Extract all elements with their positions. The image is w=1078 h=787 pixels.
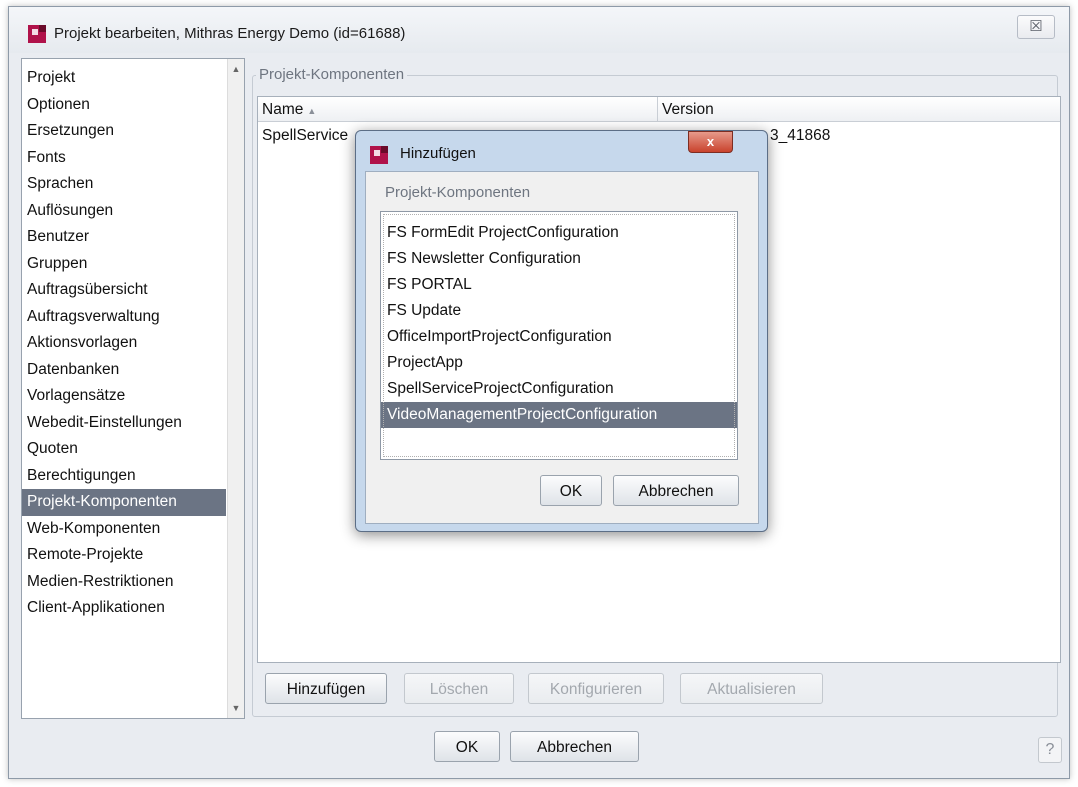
nav-scrollbar[interactable]: ▲ ▼ bbox=[227, 59, 244, 718]
app-logo-icon bbox=[28, 25, 46, 43]
dialog-list-item[interactable]: FS PORTAL bbox=[381, 272, 737, 298]
dialog-close-button[interactable]: x bbox=[688, 131, 733, 153]
dialog-list-item[interactable]: VideoManagementProjectConfiguration bbox=[381, 402, 737, 428]
table-cell-name[interactable]: SpellService bbox=[258, 123, 348, 148]
nav-item[interactable]: Projekt-Komponenten bbox=[22, 489, 226, 516]
nav-item[interactable]: Sprachen bbox=[22, 171, 226, 198]
window-titlebar: Projekt bearbeiten, Mithras Energy Demo … bbox=[9, 7, 1069, 53]
nav-item[interactable]: Datenbanken bbox=[22, 357, 226, 384]
dialog-title: Hinzufügen bbox=[400, 145, 476, 162]
nav-item[interactable]: Vorlagensätze bbox=[22, 383, 226, 410]
components-group-label: Projekt-Komponenten bbox=[256, 66, 408, 83]
dialog-list-item[interactable]: SpellServiceProjectConfiguration bbox=[381, 376, 737, 402]
window-close-button[interactable]: ☒ bbox=[1017, 15, 1055, 39]
add-button[interactable]: Hinzufügen bbox=[265, 673, 387, 704]
dialog-app-icon bbox=[370, 146, 388, 164]
nav-item[interactable]: Benutzer bbox=[22, 224, 226, 251]
dialog-list-items: FS FormEdit ProjectConfiguration FS Newsl… bbox=[381, 212, 737, 428]
column-header-name-label: Name bbox=[262, 101, 304, 118]
dialog-group-label: Projekt-Komponenten bbox=[385, 184, 531, 201]
nav-item[interactable]: Gruppen bbox=[22, 251, 226, 278]
nav-item[interactable]: Berechtigungen bbox=[22, 463, 226, 490]
help-button[interactable]: ? bbox=[1038, 737, 1062, 763]
window-title: Projekt bearbeiten, Mithras Energy Demo … bbox=[54, 25, 406, 42]
nav-item[interactable]: Client-Applikationen bbox=[22, 595, 226, 622]
scroll-down-icon[interactable]: ▼ bbox=[228, 700, 244, 716]
dialog-list-item[interactable]: OfficeImportProjectConfiguration bbox=[381, 324, 737, 350]
column-header-name[interactable]: Name ▲ bbox=[258, 97, 658, 122]
nav-item[interactable]: Auftragsübersicht bbox=[22, 277, 226, 304]
sort-ascending-icon: ▲ bbox=[307, 106, 317, 116]
settings-nav-list: Projekt Optionen Ersetzungen Fonts Sprachen A… bbox=[21, 58, 245, 719]
dialog-list-item[interactable]: FS Newsletter Configuration bbox=[381, 246, 737, 272]
nav-item[interactable]: Remote-Projekte bbox=[22, 542, 226, 569]
configure-button[interactable]: Konfigurieren bbox=[528, 673, 664, 704]
nav-item[interactable]: Ersetzungen bbox=[22, 118, 226, 145]
dialog-list-item[interactable]: FS FormEdit ProjectConfiguration bbox=[381, 220, 737, 246]
column-header-version[interactable]: Version bbox=[658, 97, 1060, 122]
nav-items: Projekt Optionen Ersetzungen Fonts Sprachen A… bbox=[22, 65, 226, 622]
dialog-ok-button[interactable]: OK bbox=[540, 475, 602, 506]
nav-item[interactable]: Fonts bbox=[22, 145, 226, 172]
delete-button[interactable]: Löschen bbox=[404, 673, 514, 704]
nav-item[interactable]: Projekt bbox=[22, 65, 226, 92]
dialog-list-item[interactable]: ProjectApp bbox=[381, 350, 737, 376]
nav-item[interactable]: Quoten bbox=[22, 436, 226, 463]
nav-item[interactable]: Aktionsvorlagen bbox=[22, 330, 226, 357]
nav-item[interactable]: Medien-Restriktionen bbox=[22, 569, 226, 596]
update-button[interactable]: Aktualisieren bbox=[680, 673, 823, 704]
ok-button[interactable]: OK bbox=[434, 731, 500, 762]
dialog-cancel-button[interactable]: Abbrechen bbox=[613, 475, 739, 506]
nav-item[interactable]: Web-Komponenten bbox=[22, 516, 226, 543]
cancel-button[interactable]: Abbrechen bbox=[510, 731, 639, 762]
nav-item[interactable]: Optionen bbox=[22, 92, 226, 119]
table-cell-version[interactable]: 3_41868 bbox=[766, 123, 830, 148]
nav-item[interactable]: Auftragsverwaltung bbox=[22, 304, 226, 331]
scroll-up-icon[interactable]: ▲ bbox=[228, 61, 244, 77]
dialog-list-item[interactable]: FS Update bbox=[381, 298, 737, 324]
nav-item[interactable]: Webedit-Einstellungen bbox=[22, 410, 226, 437]
nav-item[interactable]: Auflösungen bbox=[22, 198, 226, 225]
dialog-component-list: FS FormEdit ProjectConfiguration FS Newsl… bbox=[380, 211, 738, 460]
